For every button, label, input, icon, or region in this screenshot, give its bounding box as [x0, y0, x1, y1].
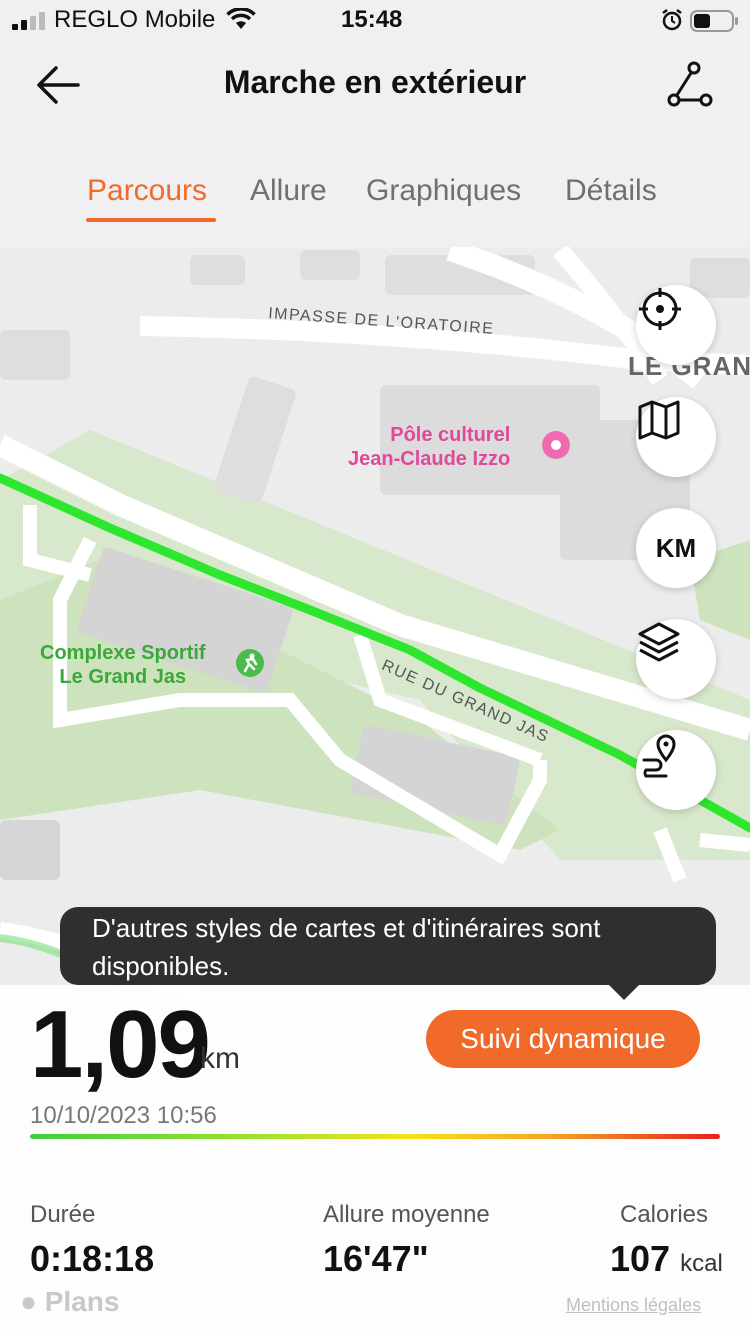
maps-attribution: ● Plans — [20, 1286, 119, 1318]
avg-pace-label: Allure moyenne — [323, 1201, 490, 1228]
route-nodes-icon — [667, 61, 713, 107]
map-icon — [638, 400, 680, 440]
route-pin-icon — [642, 734, 676, 778]
calories-label: Calories — [620, 1201, 709, 1228]
map-style-button[interactable] — [636, 397, 716, 477]
distance-unit: km — [200, 1042, 240, 1075]
calories-value: 107 — [610, 1238, 671, 1279]
distance-value: 1,09 — [30, 991, 211, 1098]
poi-line: Le Grand Jas — [59, 666, 187, 688]
poi-line: Pôle culturel — [390, 424, 511, 446]
calories-stat: 107 kcal — [610, 1238, 723, 1280]
km-markers-button[interactable]: KM — [636, 508, 716, 588]
crosshair-icon — [639, 288, 681, 330]
activity-date: 10/10/2023 10:56 — [30, 1102, 217, 1129]
duration-value: 0:18:18 — [30, 1238, 155, 1279]
wifi-icon — [226, 8, 256, 29]
back-button[interactable] — [30, 60, 86, 110]
poi-line: Jean-Claude Izzo — [348, 448, 511, 470]
culture-poi-icon — [542, 431, 570, 459]
layers-button[interactable] — [636, 619, 716, 699]
carrier-name: REGLO Mobile — [54, 6, 216, 33]
dynamic-replay-button[interactable]: Suivi dynamique — [426, 1010, 700, 1068]
pace-gradient-bar — [30, 1134, 720, 1139]
duration-label: Durée — [30, 1201, 96, 1228]
tab-parcours[interactable]: Parcours — [87, 174, 207, 208]
locate-button[interactable] — [636, 285, 716, 365]
tab-allure[interactable]: Allure — [250, 174, 327, 208]
clock-time: 15:48 — [341, 6, 403, 33]
apple-logo-icon: ● — [20, 1286, 37, 1317]
map-styles-tooltip[interactable]: D'autres styles de cartes et d'itinérair… — [60, 907, 716, 985]
km-label: KM — [655, 532, 697, 563]
poi-line: Complexe Sportif — [40, 642, 206, 664]
route-options-button[interactable] — [660, 58, 716, 110]
active-tab-indicator — [86, 218, 216, 222]
tooltip-arrow — [608, 984, 640, 1000]
alarm-icon — [662, 9, 682, 31]
legal-link[interactable]: Mentions légales — [566, 1295, 701, 1316]
sport-poi-icon — [236, 649, 264, 677]
signal-icon — [12, 12, 45, 30]
page-title: Marche en extérieur — [223, 64, 527, 100]
tab-graphiques[interactable]: Graphiques — [366, 174, 521, 208]
maps-brand: Plans — [44, 1286, 120, 1317]
arrow-left-icon — [37, 66, 80, 104]
layers-icon — [638, 622, 680, 662]
avg-pace-value: 16'47" — [323, 1238, 429, 1279]
poi-label: Complexe Sportif Le Grand Jas — [40, 641, 206, 689]
tab-details[interactable]: Détails — [565, 174, 657, 208]
status-bar: REGLO Mobile 15:48 — [0, 0, 750, 42]
route-pin-button[interactable] — [636, 730, 716, 810]
poi-label: Pôle culturel Jean-Claude Izzo — [348, 423, 510, 471]
battery-icon — [690, 10, 738, 32]
calories-unit: kcal — [680, 1250, 723, 1277]
